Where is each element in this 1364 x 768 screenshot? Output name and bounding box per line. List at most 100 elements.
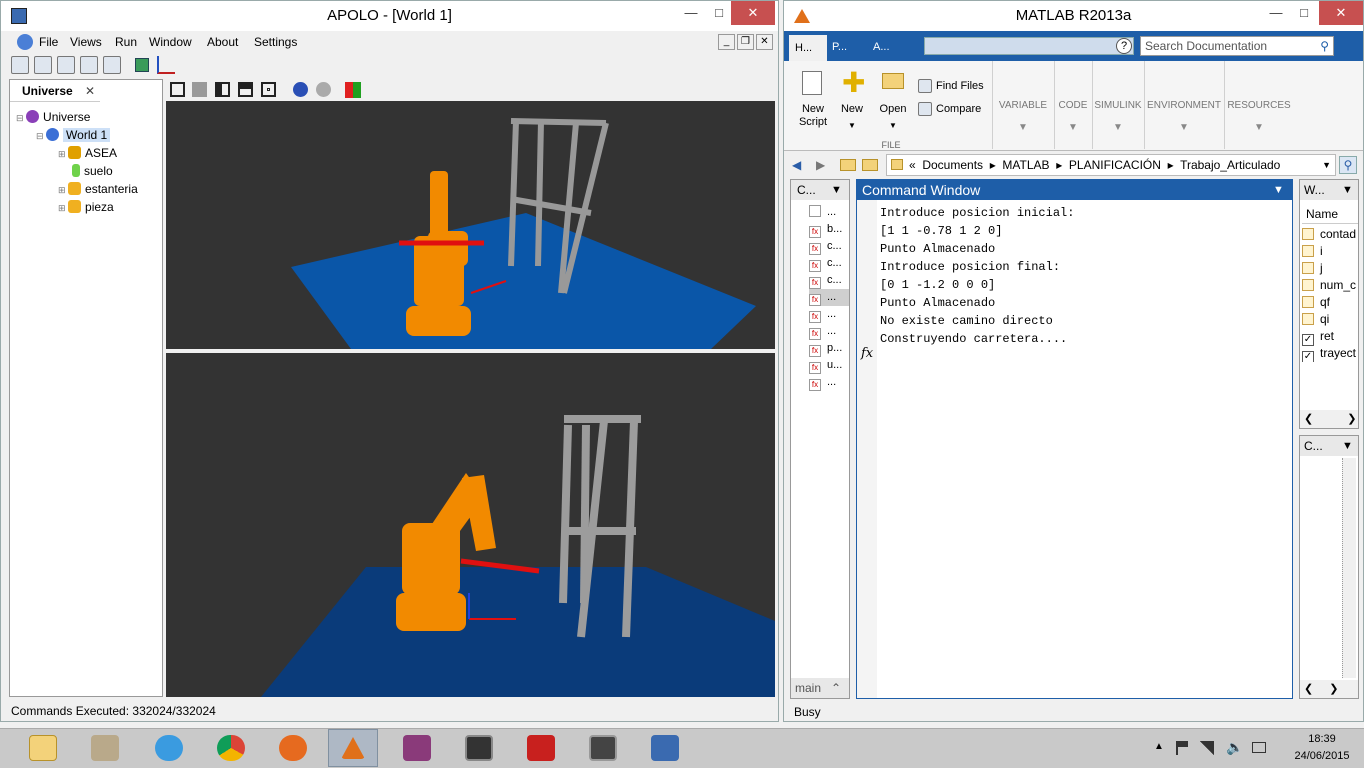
notification-chevron-icon[interactable]: ▲ <box>1154 741 1164 752</box>
close-button[interactable]: ✕ <box>1319 1 1363 25</box>
compare-button[interactable]: Compare <box>918 102 981 118</box>
view-quad-icon[interactable] <box>261 82 276 97</box>
ribbon-group-resources[interactable]: RESOURCES ▼ <box>1224 61 1292 149</box>
view-gray-icon[interactable] <box>192 82 207 97</box>
open-button[interactable]: Open ▼ <box>878 67 908 141</box>
back-arrow-icon[interactable]: ◀ <box>792 153 801 177</box>
clock-date[interactable]: 24/06/2015 <box>1292 750 1352 762</box>
file-item[interactable]: fx b... <box>809 221 849 238</box>
breadcrumb-planificacion[interactable]: PLANIFICACIÓN <box>1069 158 1161 172</box>
keyboard-icon[interactable] <box>1252 742 1266 753</box>
taskbar-chrome[interactable] <box>206 729 256 767</box>
menu-run[interactable]: Run <box>115 31 137 53</box>
workspace-var[interactable]: i <box>1302 243 1358 260</box>
mdi-close-button[interactable]: ✕ <box>756 34 773 50</box>
taskbar-matlab[interactable] <box>328 729 378 767</box>
panel-menu-icon[interactable]: ▼ <box>1342 436 1353 456</box>
close-tab-icon[interactable]: ✕ <box>85 80 95 102</box>
file-item[interactable]: ... <box>809 204 849 221</box>
tree-item-estanteria[interactable]: ⊞ estanteria <box>16 180 161 198</box>
toolbar-tool-4-icon[interactable] <box>80 56 98 74</box>
toolbar-tool-2-icon[interactable] <box>34 56 52 74</box>
taskbar-apolo[interactable] <box>640 729 690 767</box>
axes-icon[interactable] <box>157 56 175 74</box>
new-button[interactable]: ✚ New ▼ <box>838 67 866 141</box>
chevron-up-icon[interactable]: ⌃ <box>831 678 841 698</box>
ribbon-group-variable[interactable]: VARIABLE ▼ <box>992 61 1052 149</box>
folder-up-icon[interactable] <box>840 159 856 171</box>
taskbar-app-10[interactable] <box>578 729 628 767</box>
search-folder-icon[interactable]: ⚲ <box>1339 156 1357 174</box>
search-documentation-input[interactable]: Search Documentation ⚲ <box>1140 36 1334 56</box>
workspace-column-name[interactable]: Name <box>1302 204 1358 224</box>
folder-footer[interactable]: main ⌃ <box>791 678 849 698</box>
ribbon-group-code[interactable]: CODE ▼ <box>1054 61 1090 149</box>
breadcrumb-documents[interactable]: Documents <box>922 158 983 172</box>
clock-time[interactable]: 18:39 <box>1292 733 1352 745</box>
taskbar-acrobat[interactable] <box>516 729 566 767</box>
tab-home[interactable]: H... <box>789 35 827 61</box>
cube-icon[interactable] <box>135 58 149 72</box>
view-single-icon[interactable] <box>170 82 185 97</box>
view-split-h-icon[interactable] <box>238 82 253 97</box>
taskbar-winrar[interactable] <box>392 729 442 767</box>
history-hscroll[interactable]: ❮ ❯ <box>1300 680 1358 698</box>
close-button[interactable]: ✕ <box>731 1 775 25</box>
flag-icon[interactable] <box>1176 741 1188 755</box>
workspace-var[interactable]: num_c <box>1302 277 1358 294</box>
chevron-down-icon[interactable]: ▼ <box>1322 155 1331 175</box>
help-icon[interactable]: ? <box>1116 38 1132 54</box>
history-vscroll[interactable] <box>1342 458 1356 678</box>
taskbar-firefox[interactable] <box>268 729 318 767</box>
browse-folder-icon[interactable] <box>862 159 878 171</box>
command-window[interactable]: Command Window ▼ fx Introduce posicion i… <box>856 179 1293 699</box>
network-icon[interactable] <box>1200 741 1214 755</box>
panel-menu-icon[interactable]: ▼ <box>1342 180 1353 200</box>
mdi-restore-button[interactable]: ❐ <box>737 34 754 50</box>
menu-file[interactable]: File <box>39 31 58 53</box>
file-item-selected[interactable]: fx... <box>809 289 849 306</box>
tree-item-asea[interactable]: ⊞ ASEA <box>16 144 161 162</box>
panel-menu-icon[interactable]: ▼ <box>831 180 842 200</box>
workspace-var[interactable]: j <box>1302 260 1358 277</box>
breadcrumb-matlab[interactable]: MATLAB <box>1002 158 1049 172</box>
stop-icon[interactable] <box>316 82 331 97</box>
menu-views[interactable]: Views <box>70 31 102 53</box>
forward-arrow-icon[interactable]: ▶ <box>816 153 825 177</box>
volume-icon[interactable]: 🔈 <box>1226 739 1243 756</box>
workspace-var[interactable]: qi <box>1302 311 1358 328</box>
view-split-v-icon[interactable] <box>215 82 230 97</box>
color-palette-icon[interactable] <box>345 82 361 98</box>
file-item[interactable]: fx... <box>809 374 849 391</box>
tree-item-world-1[interactable]: ⊟ World 1 <box>16 126 161 144</box>
tab-plots[interactable]: P... <box>832 37 847 57</box>
file-item[interactable]: fx c... <box>809 272 849 289</box>
taskbar-file-explorer[interactable] <box>18 729 68 767</box>
fx-prompt-icon[interactable]: fx <box>861 346 873 361</box>
workspace-var[interactable]: contad <box>1302 226 1358 243</box>
ribbon-group-environment[interactable]: ENVIRONMENT ▼ <box>1144 61 1222 149</box>
maximize-button[interactable]: □ <box>1288 1 1320 25</box>
tree-item-pieza[interactable]: ⊞ pieza <box>16 198 161 216</box>
file-item[interactable]: fx c... <box>809 255 849 272</box>
tab-apps[interactable]: A... <box>873 37 890 57</box>
file-item[interactable]: fx... <box>809 306 849 323</box>
taskbar-app-2[interactable] <box>80 729 130 767</box>
breadcrumb[interactable]: « Documents ▸ MATLAB ▸ PLANIFICACIÓN ▸ T… <box>886 154 1336 176</box>
toolbar-tool-3-icon[interactable] <box>57 56 75 74</box>
breadcrumb-trabajo-articulado[interactable]: Trabajo_Articulado <box>1180 158 1280 172</box>
menu-window[interactable]: Window <box>149 31 192 53</box>
workspace-var[interactable]: ✓ ret <box>1302 328 1358 346</box>
menu-settings[interactable]: Settings <box>254 31 297 53</box>
panel-menu-icon[interactable]: ▼ <box>1273 180 1284 200</box>
file-item[interactable]: fx... <box>809 323 849 340</box>
file-item[interactable]: fx p... <box>809 340 849 357</box>
workspace-hscroll[interactable]: ❮ ❯ <box>1300 410 1358 428</box>
mdi-minimize-button[interactable]: _ <box>718 34 735 50</box>
taskbar-ie[interactable] <box>144 729 194 767</box>
workspace-var[interactable]: qf <box>1302 294 1358 311</box>
viewport-top[interactable] <box>166 101 775 349</box>
file-item[interactable]: fx u... <box>809 357 849 374</box>
viewport-bottom[interactable] <box>166 353 775 697</box>
universe-tab[interactable]: Universe ✕ <box>10 80 100 102</box>
